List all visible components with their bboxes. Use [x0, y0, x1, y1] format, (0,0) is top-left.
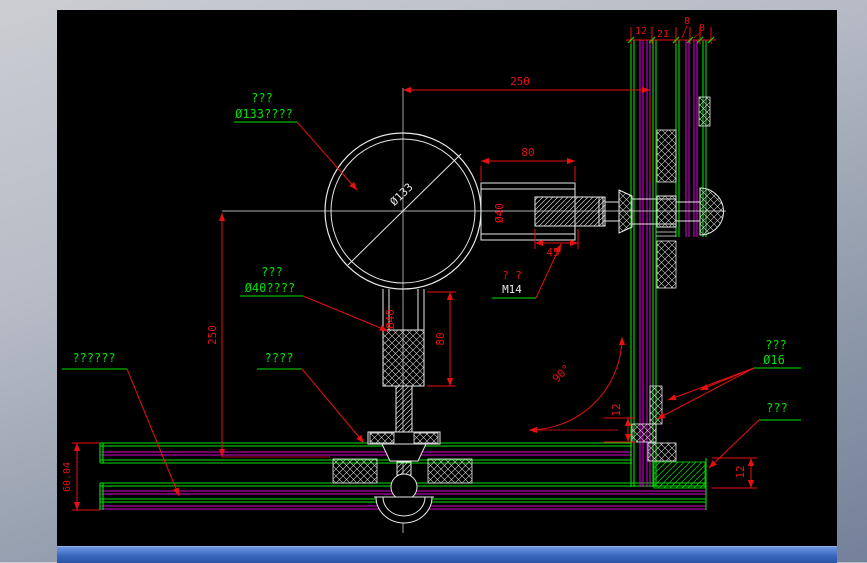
dim-250-top: 250 [510, 75, 530, 88]
end-cap [699, 187, 724, 236]
dim-top-8a: 8 [684, 16, 690, 27]
cad-drawing: Ø133 250 80 45 250 80 60.04 90° 12 12 12… [62, 16, 801, 533]
hatch-rail-left [332, 458, 378, 484]
dim-90-angle: 90° [550, 362, 573, 385]
note-bolt-line2: Ø40???? [245, 281, 296, 295]
hatch-anchor-bolt [649, 385, 663, 425]
horizontal-bolt-assembly [480, 182, 724, 241]
note-circle-line2: Ø133???? [235, 107, 293, 121]
dim-80-shaft: 80 [434, 332, 447, 345]
thread-label: M14 [502, 283, 522, 296]
hatch-base-block [647, 442, 677, 462]
dim-top-21: 21 [657, 29, 669, 40]
clamp-left [618, 189, 633, 234]
thread-marks: ? ? [502, 269, 522, 282]
socket-cup [375, 496, 433, 524]
hatch-top-clip [698, 96, 711, 127]
clamp-mid [656, 195, 677, 228]
dim-60-04: 60.04 [62, 462, 73, 492]
dim-top-12: 12 [635, 26, 647, 37]
note-bolt-line1: ??? [261, 265, 283, 279]
hatch-rail-right [427, 458, 473, 484]
hatch-gap-block [631, 423, 657, 443]
diameter-line [347, 153, 462, 266]
horizontal-scrollbar[interactable] [57, 546, 837, 563]
note-circle-line1: ??? [251, 91, 273, 105]
mid-shaft [395, 385, 413, 433]
note-anchor-line2: Ø16 [763, 353, 785, 367]
dim-dia-rod: Ø40 [493, 203, 506, 223]
threaded-rod [534, 196, 606, 227]
hatch-corner-green [653, 461, 706, 489]
dim-80-sleeve: 80 [521, 146, 534, 159]
pivot-bolt-assembly [367, 289, 441, 524]
hatch-mullion-upper [656, 129, 677, 183]
note-right: ??? [766, 401, 788, 415]
drawing-canvas[interactable]: Ø133 250 80 45 250 80 60.04 90° 12 12 12… [57, 10, 837, 546]
ball-joint [390, 473, 418, 501]
note-left: ?????? [72, 351, 115, 365]
note-mid: ???? [265, 351, 294, 365]
bolt-tip [604, 201, 620, 222]
dim-45-tip: 45 [546, 246, 559, 259]
dim-top-8b: 8 [699, 23, 705, 34]
seat-bracket [381, 443, 427, 462]
thread-section [382, 329, 425, 387]
dim-dia-shaft: Ø40 [384, 309, 397, 329]
circle-diameter-label: Ø133 [388, 181, 416, 209]
dim-250-left: 250 [206, 325, 219, 345]
dim-12-mid: 12 [610, 403, 623, 416]
hatch-mullion-lower [656, 240, 677, 289]
note-anchor-line1: ??? [765, 338, 787, 352]
stem [396, 461, 412, 476]
dim-12-right: 12 [734, 465, 747, 478]
